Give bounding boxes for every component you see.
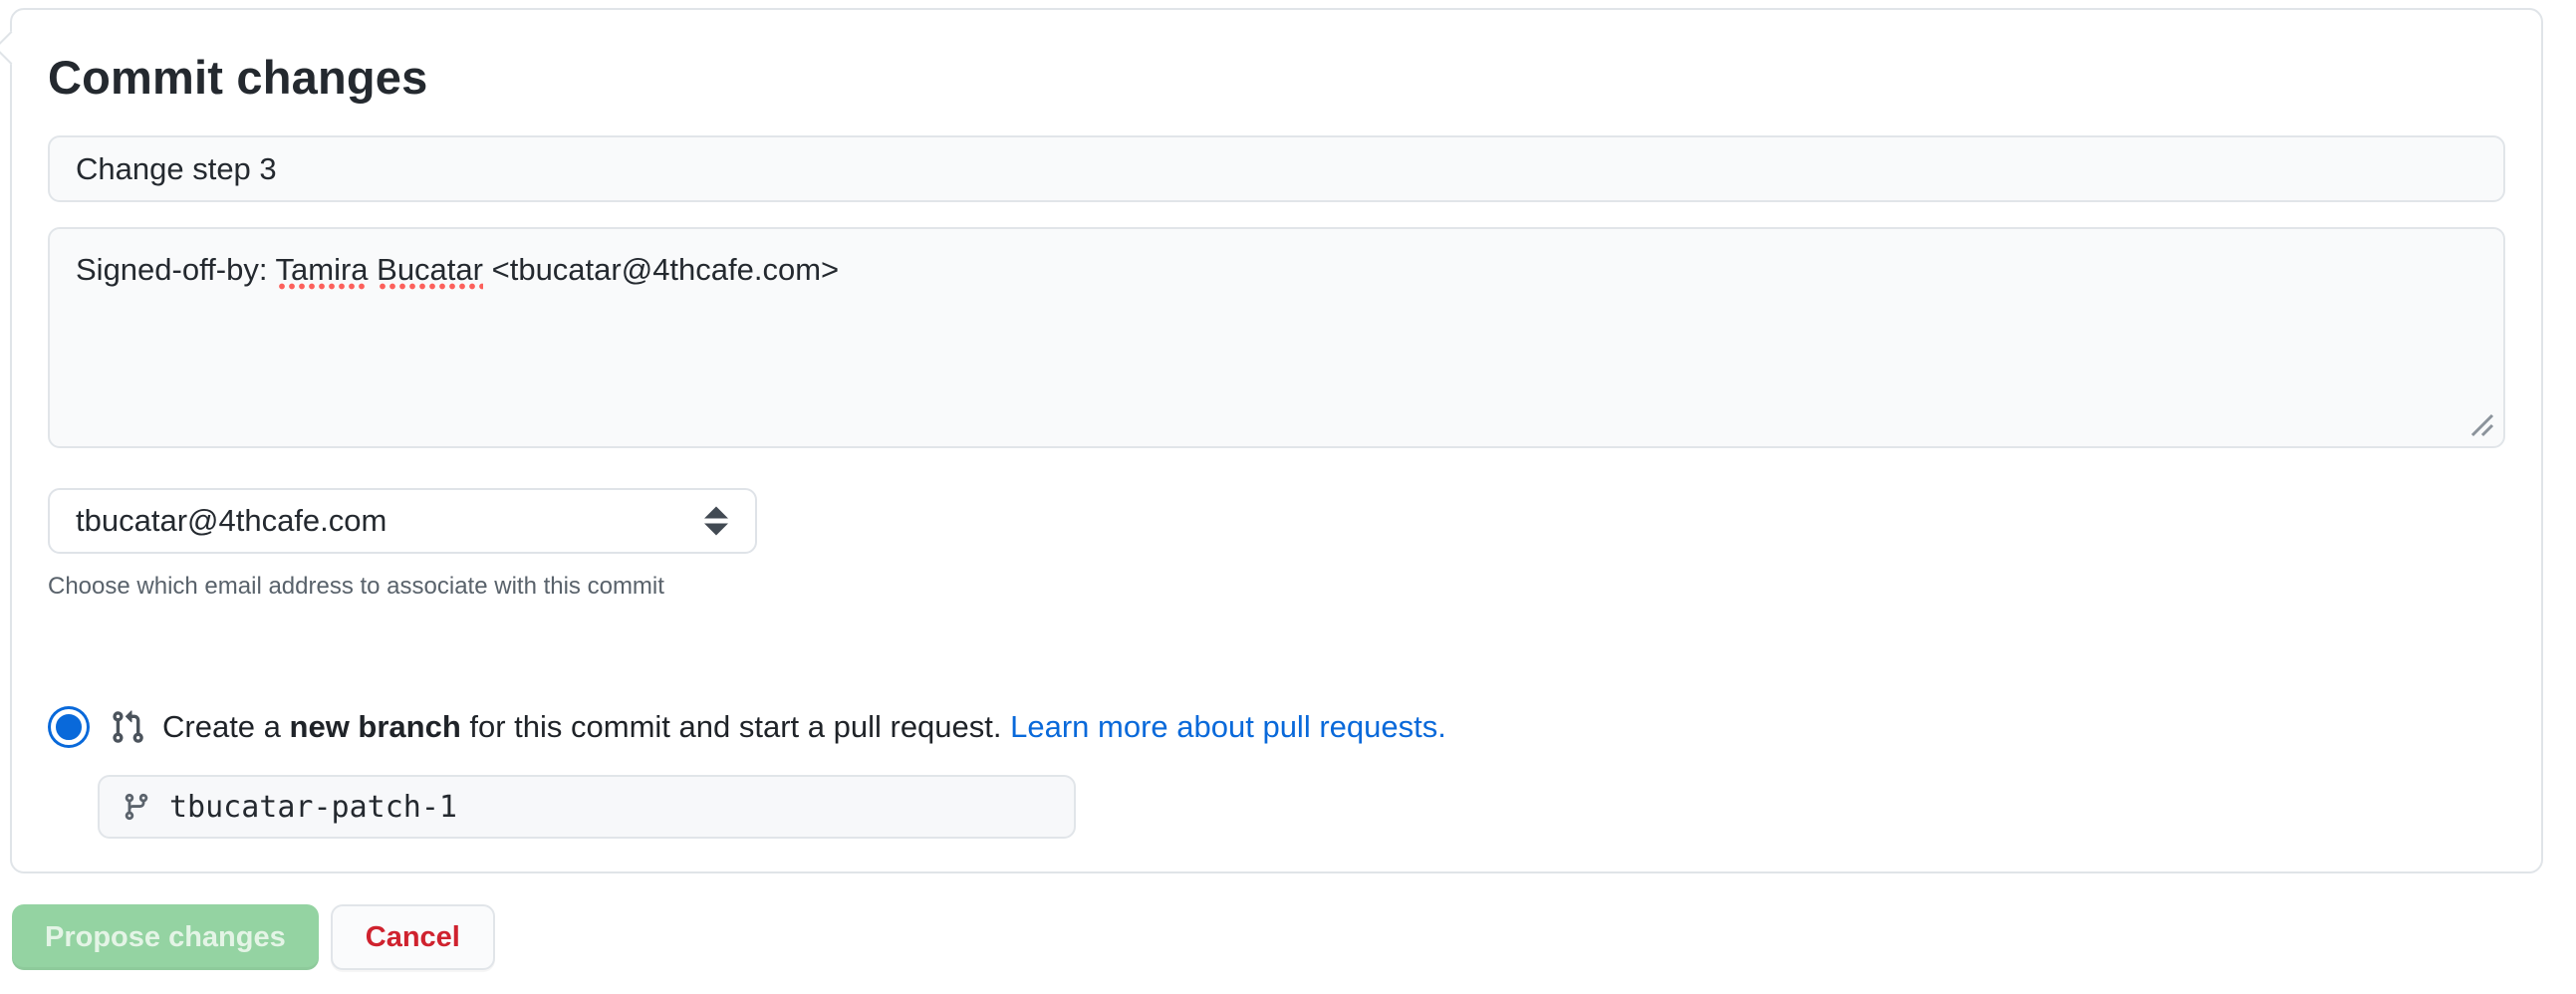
learn-more-link[interactable]: Learn more about pull requests.: [1010, 709, 1446, 744]
resize-grip-icon[interactable]: [2465, 408, 2495, 438]
select-caret-icon: [703, 507, 729, 536]
propose-changes-button[interactable]: Propose changes: [12, 904, 319, 970]
form-actions: Propose changes Cancel: [12, 904, 2576, 970]
new-branch-option-row: Create a new branch for this commit and …: [48, 707, 2505, 747]
git-pull-request-icon: [110, 709, 145, 745]
new-branch-radio[interactable]: [51, 709, 87, 745]
commit-description-text: Signed-off-by: Tamira Bucatar <tbucatar@…: [76, 252, 839, 291]
email-select-value: tbucatar@4thcafe.com: [76, 503, 386, 539]
commit-description-input[interactable]: Signed-off-by: Tamira Bucatar <tbucatar@…: [48, 227, 2505, 448]
page-title: Commit changes: [48, 50, 2505, 106]
branch-name-input[interactable]: [169, 790, 1052, 825]
commit-title-input[interactable]: [48, 135, 2505, 202]
email-select[interactable]: tbucatar@4thcafe.com: [48, 488, 757, 554]
email-help-text: Choose which email address to associate …: [48, 572, 2505, 602]
branch-name-field[interactable]: [98, 775, 1076, 839]
git-branch-icon: [122, 792, 151, 822]
panel-left-caret-icon: [0, 31, 28, 65]
commit-changes-panel: Commit changes Signed-off-by: Tamira Buc…: [10, 8, 2543, 873]
new-branch-label: Create a new branch for this commit and …: [162, 707, 1446, 747]
cancel-button[interactable]: Cancel: [331, 904, 495, 970]
